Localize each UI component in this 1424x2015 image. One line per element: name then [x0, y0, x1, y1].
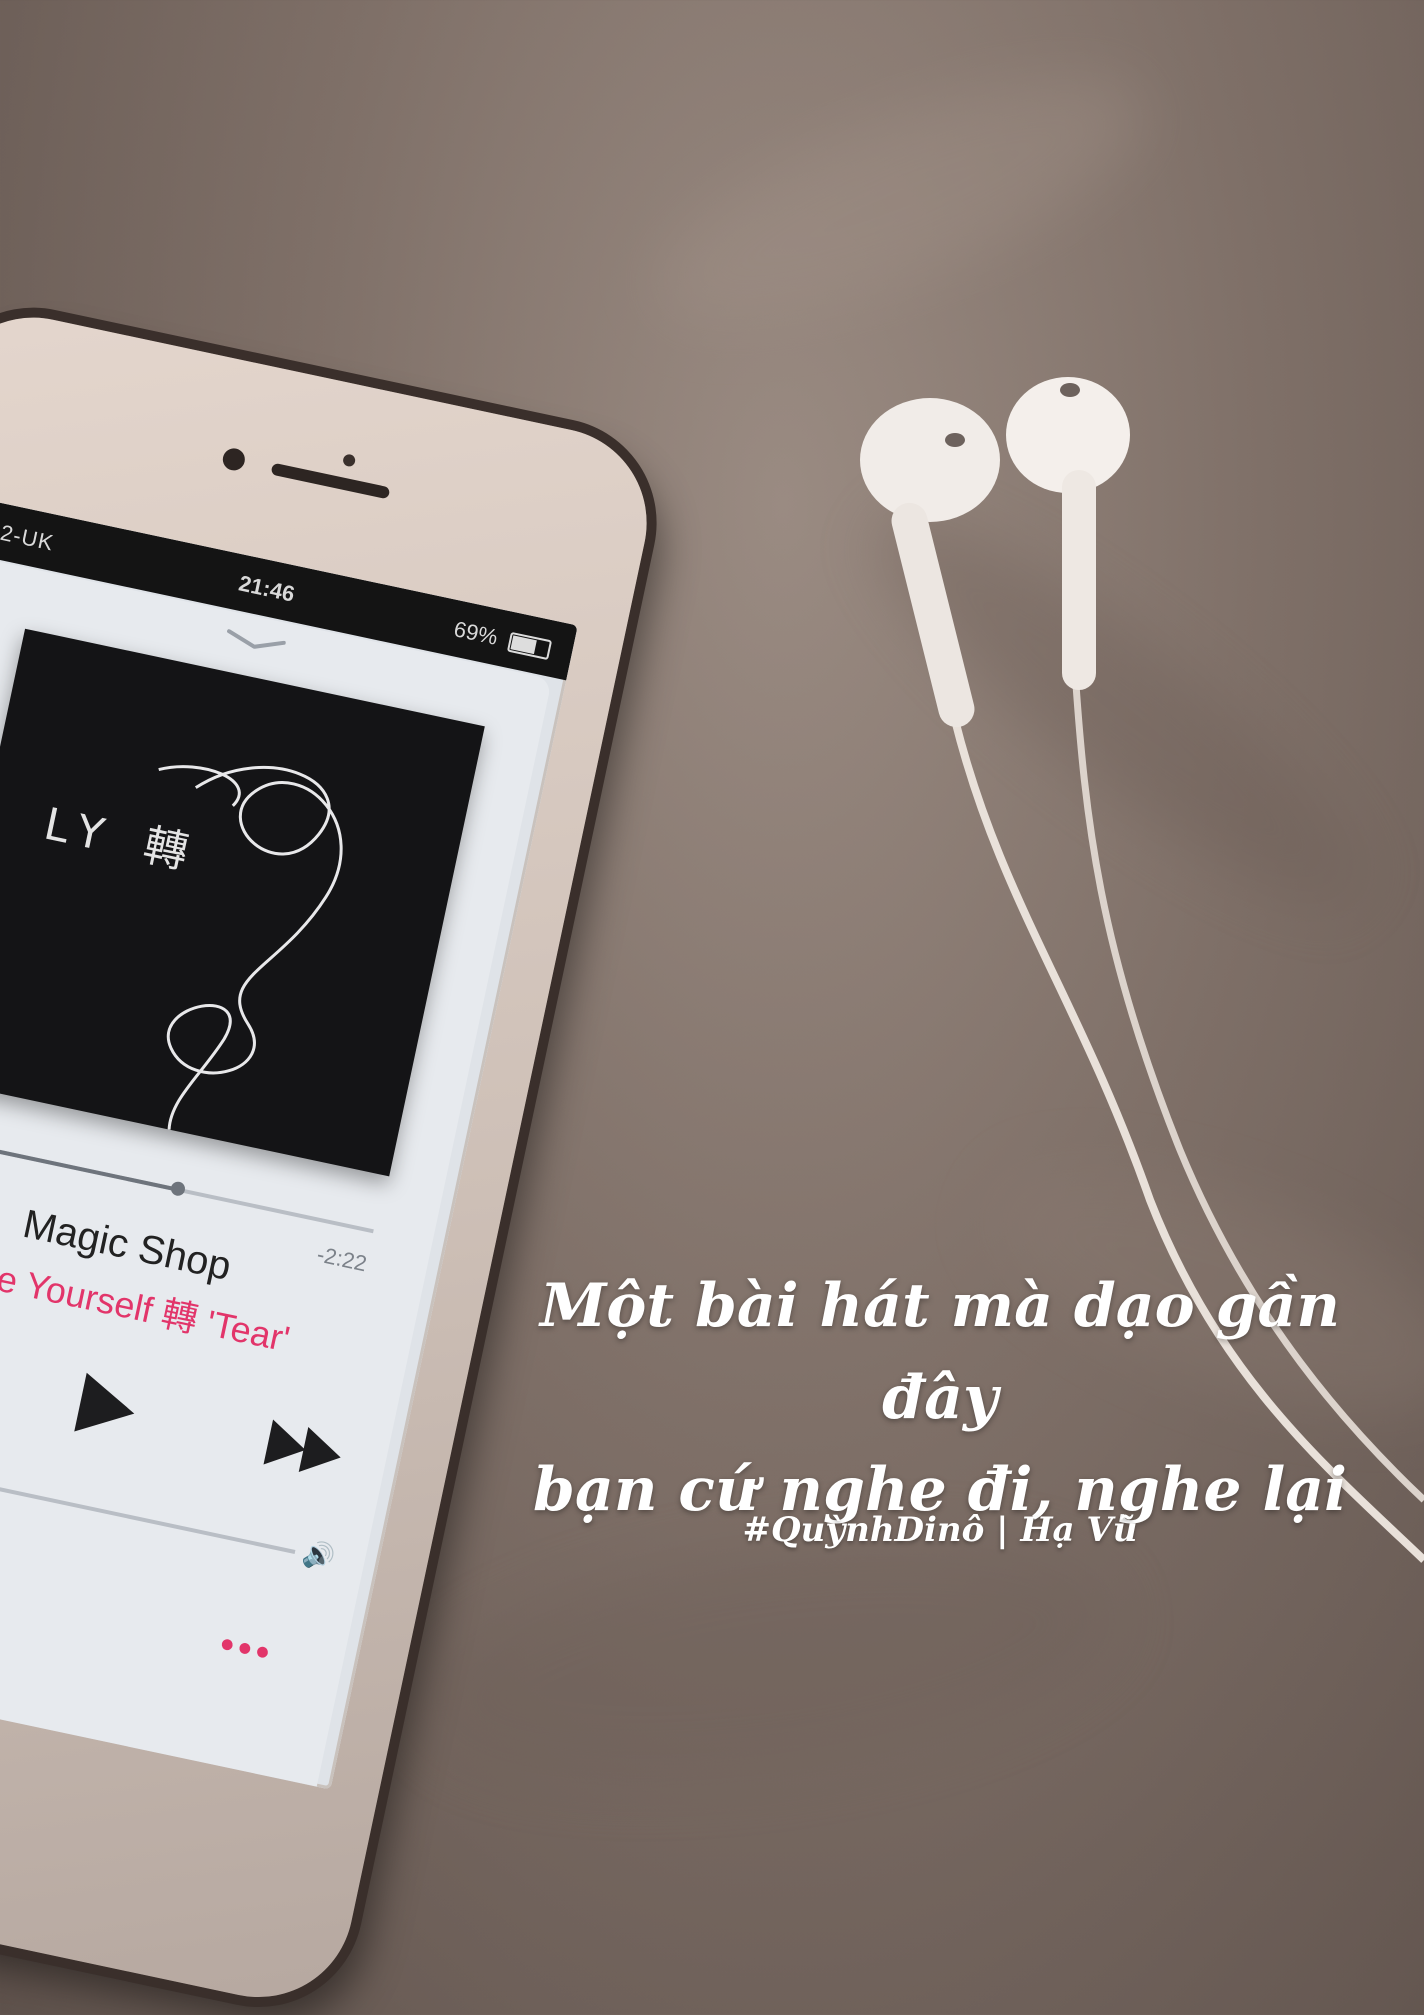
battery-percent: 69%	[451, 616, 501, 650]
speaker-icon: 🔊	[299, 1536, 338, 1574]
more-dots-icon[interactable]: •••	[216, 1622, 278, 1677]
play-icon[interactable]	[52, 1354, 159, 1461]
quote-line-1: Một bài hát mà dạo gần đây	[539, 1271, 1341, 1433]
fast-forward-icon[interactable]	[252, 1397, 359, 1504]
flower-line-art	[158, 765, 343, 1130]
fabric-fold	[840, 470, 1400, 950]
fabric-fold	[628, 28, 1172, 372]
credit-text: #QuỳnhDinô | Hạ Vũ	[742, 1510, 1138, 1550]
quote-text: Một bài hát mà dạo gần đây bạn cứ nghe đ…	[500, 1260, 1380, 1536]
progress-knob[interactable]	[169, 1180, 187, 1198]
chevron-down-icon[interactable]	[225, 629, 287, 655]
album-art: LY 轉	[0, 628, 485, 1177]
battery-indicator: 69%	[452, 616, 553, 662]
progress-fill	[0, 1130, 179, 1192]
battery-icon	[506, 632, 553, 661]
